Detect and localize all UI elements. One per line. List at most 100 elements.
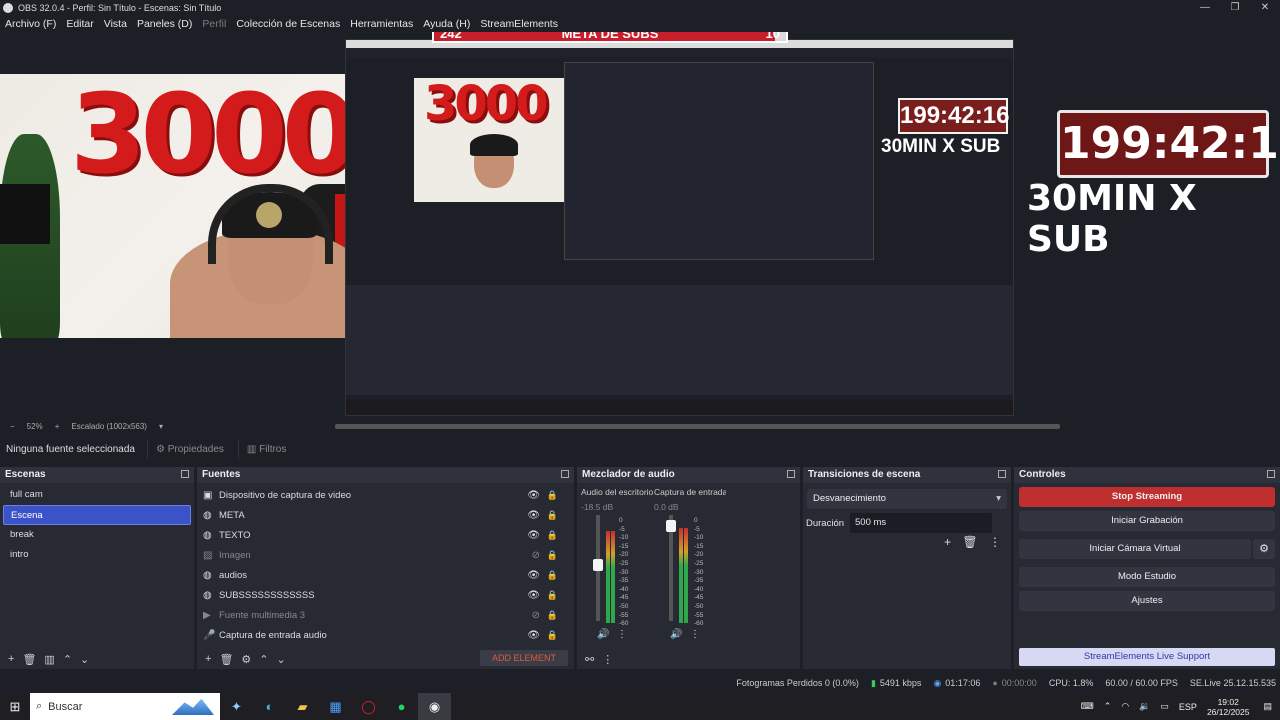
add-element-button[interactable]: ADD ELEMENT [479,650,568,666]
zoom-in-icon[interactable]: + [55,422,60,431]
start-recording-button[interactable]: Iniciar Grabación [1019,511,1275,531]
virtual-camera-button[interactable]: Iniciar Cámara Virtual [1019,539,1251,559]
source-item[interactable]: ▶ Fuente multimedia 3 ⊘ 🔒 [197,605,574,625]
volume-knob[interactable] [593,559,603,572]
undock-icon[interactable] [181,470,189,478]
lock-icon[interactable]: 🔒 [547,490,558,501]
speaker-icon[interactable]: 🔊 [597,629,609,640]
menu-help[interactable]: Ayuda (H) [423,18,470,30]
source-item[interactable]: ◍ audios 👁 🔒 [197,565,574,585]
lock-icon[interactable]: 🔒 [547,630,558,641]
transition-select[interactable]: Desvanecimiento [807,489,1007,509]
volume-knob[interactable] [666,519,676,532]
link-icon[interactable]: ⚯ [585,653,594,666]
undock-icon[interactable] [561,470,569,478]
scene-item-active[interactable]: Escena [3,505,191,525]
menu-docks[interactable]: Paneles (D) [137,18,192,30]
remove-scene-icon[interactable]: 🗑 [22,653,36,666]
undock-icon[interactable] [787,470,795,478]
settings-button[interactable]: Ajustes [1019,591,1275,611]
kebab-icon[interactable]: ⋮ [690,629,700,640]
eye-hidden-icon[interactable]: ⊘ [532,550,540,561]
scene-item[interactable]: break [3,525,191,545]
undock-icon[interactable] [998,470,1006,478]
taskbar-search[interactable]: ⌕ Buscar [30,693,220,720]
menu-edit[interactable]: Editar [66,18,93,30]
remove-source-icon[interactable]: 🗑 [219,653,233,666]
kebab-icon[interactable]: ⋮ [602,653,613,666]
eye-icon[interactable]: 👁 [527,630,540,641]
opera-icon[interactable]: ◯ [352,693,385,720]
scene-item[interactable]: intro [3,545,191,565]
volume-slider[interactable] [666,515,676,621]
lock-icon[interactable]: 🔒 [547,610,558,621]
chevron-down-icon[interactable]: ▾ [159,422,163,431]
trash-icon[interactable]: 🗑 [962,535,977,549]
kebab-icon[interactable]: ⋮ [617,629,627,640]
close-button[interactable]: ✕ [1250,0,1280,15]
obs-taskbar-icon[interactable]: ◉ [418,693,451,720]
duration-input[interactable]: 500 ms [850,513,992,533]
keyboard-icon[interactable]: ⌨ [1081,701,1094,712]
notification-icon[interactable]: ▤ [1263,701,1272,712]
lock-icon[interactable]: 🔒 [547,530,558,541]
add-scene-icon[interactable]: + [8,653,14,665]
maximize-button[interactable]: ❐ [1220,0,1250,15]
eye-hidden-icon[interactable]: ⊘ [532,610,540,621]
copilot-icon[interactable]: ✦ [220,693,253,720]
clock[interactable]: 19:02 26/12/2025 [1207,697,1250,717]
lock-icon[interactable]: 🔒 [547,590,558,601]
scaling-label[interactable]: Escalado (1002x563) [71,422,147,431]
volume-icon[interactable]: 🔉 [1139,701,1150,712]
lock-icon[interactable]: 🔒 [547,510,558,521]
studio-mode-button[interactable]: Modo Estudio [1019,567,1275,587]
move-up-icon[interactable]: ⌃ [63,653,72,666]
lock-icon[interactable]: 🔒 [547,570,558,581]
eye-icon[interactable]: 👁 [527,570,540,581]
preview-canvas[interactable]: 3000 3000 199:42:16 30MIN X SUB 242 META… [0,32,1280,418]
eye-icon[interactable]: 👁 [527,490,540,501]
eye-icon[interactable]: 👁 [527,590,540,601]
zoom-out-icon[interactable]: − [10,422,15,431]
gear-icon[interactable]: ⚙ [1253,539,1275,559]
lock-icon[interactable]: 🔒 [547,550,558,561]
source-item[interactable]: ▣ Dispositivo de captura de video 👁 🔒 [197,485,574,505]
undock-icon[interactable] [1267,470,1275,478]
volume-slider[interactable] [593,515,603,621]
eye-icon[interactable]: 👁 [527,510,540,521]
move-down-icon[interactable]: ⌄ [277,653,286,666]
add-source-icon[interactable]: + [205,653,211,665]
kebab-icon[interactable]: ⋮ [989,535,1001,549]
language-indicator[interactable]: ESP [1179,702,1197,712]
menu-view[interactable]: Vista [104,18,127,30]
eye-icon[interactable]: 👁 [527,530,540,541]
move-up-icon[interactable]: ⌃ [259,653,268,666]
windows-start-icon[interactable]: ⊞ [0,699,30,715]
source-item[interactable]: ▨ Imagen ⊘ 🔒 [197,545,574,565]
file-explorer-icon[interactable]: ▰ [286,693,319,720]
se-live-support-button[interactable]: StreamElements Live Support [1019,648,1275,666]
add-icon[interactable]: + [944,535,951,549]
speaker-icon[interactable]: 🔊 [670,629,682,640]
properties-button[interactable]: ⚙ Propiedades [147,439,232,459]
source-item[interactable]: 🎤 Captura de entrada audio 👁 🔒 [197,625,574,645]
filters-icon[interactable]: ▥ [44,653,54,666]
spotify-icon[interactable]: ● [385,693,418,720]
chevron-up-icon[interactable]: ⌃ [1104,701,1112,712]
wifi-icon[interactable]: ◠ [1121,701,1129,712]
stop-streaming-button[interactable]: Stop Streaming [1019,487,1275,507]
source-properties-icon[interactable]: ⚙ [241,653,251,666]
menu-streamelements[interactable]: StreamElements [480,18,558,30]
scene-item[interactable]: full cam [3,485,191,505]
edge-icon[interactable]: ◐ [253,693,286,720]
menu-scene-collection[interactable]: Colección de Escenas [236,18,340,30]
move-down-icon[interactable]: ⌄ [80,653,89,666]
minimize-button[interactable]: — [1190,0,1220,15]
preview-scrollbar[interactable] [335,424,1060,429]
source-item[interactable]: ◍ TEXTO 👁 🔒 [197,525,574,545]
source-item[interactable]: ◍ SUBSSSSSSSSSSSS 👁 🔒 [197,585,574,605]
filters-button[interactable]: ▥ Filtros [237,439,294,459]
source-item[interactable]: ◍ META 👁 🔒 [197,505,574,525]
menu-profile[interactable]: Perfil [202,18,226,30]
menu-file[interactable]: Archivo (F) [5,18,56,30]
